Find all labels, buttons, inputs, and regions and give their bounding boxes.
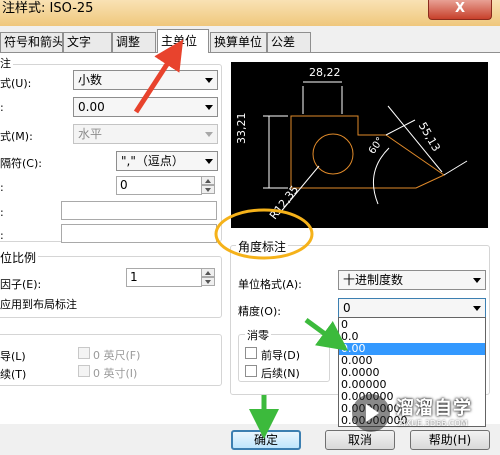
watermark-name: 溜溜自学 <box>396 398 472 419</box>
decimal-separator-value: ","（逗点） <box>121 154 184 168</box>
decimal-separator-select[interactable]: ","（逗点） <box>116 151 218 171</box>
chevron-down-icon <box>473 306 481 311</box>
angular-leading-label: 前导(D) <box>261 349 301 362</box>
tab-alternate-units[interactable]: 换算单位 <box>210 32 267 52</box>
unit-format-select[interactable]: 小数 <box>73 70 218 90</box>
angular-precision-select[interactable]: 0 <box>338 298 486 318</box>
precision-label: : <box>0 101 4 114</box>
scale-factor-spin-up[interactable] <box>201 268 215 277</box>
angular-zero-title: 消零 <box>245 327 271 343</box>
zero-feet-checkbox[interactable] <box>78 347 90 359</box>
scale-factor-label: 因子(E): <box>0 278 42 291</box>
scale-factor-spin-down[interactable] <box>201 277 215 286</box>
watermark: 溜溜自学 ZIXUE.3D66.COM <box>352 390 498 438</box>
precision-select[interactable]: 0.00 <box>73 97 218 117</box>
angular-unit-format-label: 单位格式(A): <box>238 278 302 291</box>
window-title: 注样式: ISO-25 <box>2 1 94 16</box>
arrow-down-icon <box>205 280 211 284</box>
apply-layout-label[interactable]: 应用到布局标注 <box>0 296 77 312</box>
angular-trailing-checkbox[interactable] <box>245 365 257 377</box>
angular-precision-label: 精度(O): <box>238 305 281 318</box>
precision-value: 0.00 <box>78 100 105 114</box>
angular-trailing-label: 后续(N) <box>261 367 300 380</box>
chevron-down-icon <box>473 278 481 283</box>
chevron-down-icon <box>205 159 213 164</box>
chevron-down-icon <box>205 132 213 137</box>
angular-group-title: 角度标注 <box>236 238 289 255</box>
angular-unit-format-select[interactable]: 十进制度数 <box>338 270 486 290</box>
preview-dim-top: 28,22 <box>309 66 341 79</box>
preview-hole <box>312 133 354 175</box>
scale-group-title: 位比例 <box>0 249 39 266</box>
decimal-separator-label: 隔符(C): <box>0 157 42 170</box>
preview-dim-left: 33,21 <box>235 112 248 145</box>
prefix-input[interactable] <box>61 201 217 220</box>
dimension-preview: 28,22 33,21 55,13 60° R12,35 <box>231 62 488 228</box>
title-bar: 注样式: ISO-25 X <box>0 0 500 26</box>
round-off-input[interactable]: 0 <box>116 176 202 195</box>
fraction-format-select[interactable]: 水平 <box>73 124 218 144</box>
unit-format-label: 式(U): <box>0 77 32 90</box>
zero-inches-checkbox[interactable] <box>78 365 90 377</box>
round-off-spin-down[interactable] <box>201 185 215 194</box>
arrow-up-icon <box>205 179 211 183</box>
ok-button[interactable]: 确定 <box>231 430 301 450</box>
tab-text[interactable]: 文字 <box>63 32 112 52</box>
fraction-format-value: 水平 <box>78 127 103 141</box>
zero-inches-label: 0 英寸(I) <box>93 367 138 380</box>
round-off-label: : <box>0 181 4 194</box>
angular-leading-checkbox[interactable] <box>245 347 257 359</box>
close-button[interactable]: X <box>428 0 492 20</box>
tab-tolerances[interactable]: 公差 <box>267 32 311 52</box>
unit-format-value: 小数 <box>78 73 103 87</box>
suffix-label: : <box>0 229 4 242</box>
angular-unit-format-value: 十进制度数 <box>343 273 404 287</box>
tab-fit[interactable]: 调整 <box>112 32 156 52</box>
zero-feet-label: 0 英尺(F) <box>93 349 141 362</box>
tab-symbols-arrows[interactable]: 符号和箭头 <box>0 32 63 52</box>
prefix-label: : <box>0 206 4 219</box>
chevron-down-icon <box>205 105 213 110</box>
scale-factor-input[interactable]: 1 <box>126 268 202 287</box>
watermark-url: ZIXUE.3D66.COM <box>398 419 468 428</box>
play-logo-icon <box>352 394 390 432</box>
chevron-down-icon <box>205 78 213 83</box>
suffix-input[interactable] <box>61 224 217 243</box>
leading-zero-label[interactable]: 导(L) <box>0 348 26 364</box>
precision-option[interactable]: 0 <box>339 319 485 331</box>
angular-precision-value: 0 <box>343 301 351 315</box>
trailing-zero-label[interactable]: 续(T) <box>0 366 26 382</box>
arrow-down-icon <box>205 188 211 192</box>
arrow-up-icon <box>205 271 211 275</box>
preview-drawing <box>263 81 468 215</box>
tab-primary-units[interactable]: 主单位 <box>157 29 209 53</box>
linear-group-title: 注 <box>0 55 13 71</box>
round-off-spin-up[interactable] <box>201 176 215 185</box>
fraction-format-label: 式(M): <box>0 130 33 143</box>
